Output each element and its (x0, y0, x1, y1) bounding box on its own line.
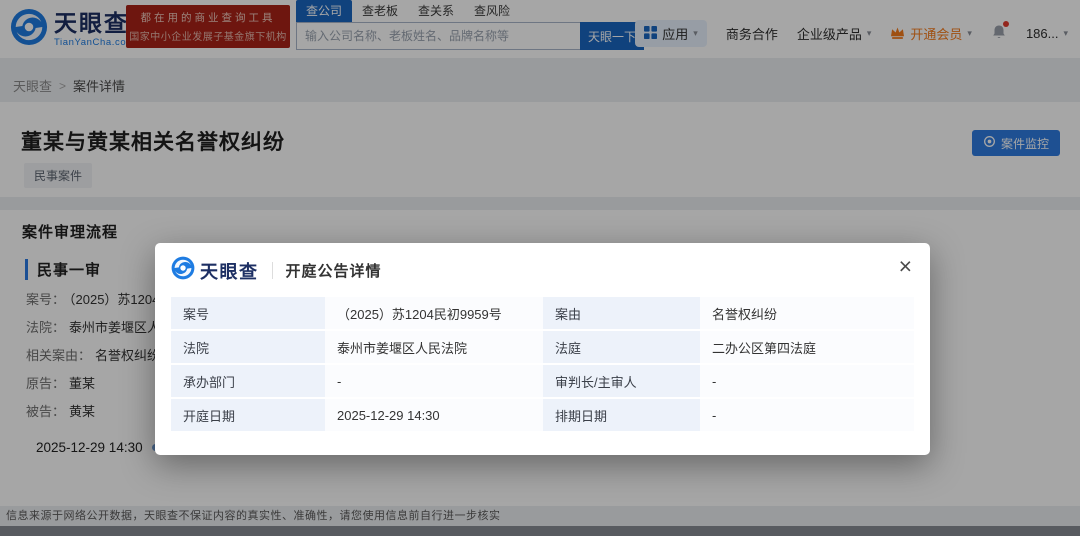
cell-value: 泰州市姜堰区人民法院 (325, 331, 543, 363)
tianyancha-logo-icon (171, 256, 195, 285)
cell-value: 名誉权纠纷 (700, 297, 914, 329)
cell-label: 法院 (171, 331, 325, 363)
cell-value: 二办公区第四法庭 (700, 331, 914, 363)
close-icon[interactable]: × (895, 251, 916, 282)
hearing-detail-modal: 天眼查 开庭公告详情 × 案号 （2025）苏1204民初9959号 案由 名誉… (155, 243, 930, 455)
cell-label: 承办部门 (171, 365, 325, 397)
cell-label: 审判长/主审人 (543, 365, 700, 397)
table-row: 法院 泰州市姜堰区人民法院 法庭 二办公区第四法庭 (171, 331, 914, 363)
modal-logo-text: 天眼查 (200, 258, 259, 284)
cell-label: 排期日期 (543, 399, 700, 431)
cell-value: - (700, 399, 914, 431)
table-row: 承办部门 - 审判长/主审人 - (171, 365, 914, 397)
cell-value: 2025-12-29 14:30 (325, 399, 543, 431)
divider (272, 262, 273, 279)
modal-header: 天眼查 开庭公告详情 × (155, 243, 930, 295)
page: 天眼查 TianYanCha.com 都在用的商业查询工具 国家中小企业发展子基… (0, 0, 1080, 536)
cell-label: 法庭 (543, 331, 700, 363)
hearing-detail-table: 案号 （2025）苏1204民初9959号 案由 名誉权纠纷 法院 泰州市姜堰区… (171, 297, 914, 431)
cell-label: 开庭日期 (171, 399, 325, 431)
table-row: 开庭日期 2025-12-29 14:30 排期日期 - (171, 399, 914, 431)
modal-title: 开庭公告详情 (286, 260, 382, 281)
cell-value: - (325, 365, 543, 397)
table-row: 案号 （2025）苏1204民初9959号 案由 名誉权纠纷 (171, 297, 914, 329)
cell-value: （2025）苏1204民初9959号 (325, 297, 543, 329)
cell-value: - (700, 365, 914, 397)
cell-label: 案号 (171, 297, 325, 329)
cell-label: 案由 (543, 297, 700, 329)
